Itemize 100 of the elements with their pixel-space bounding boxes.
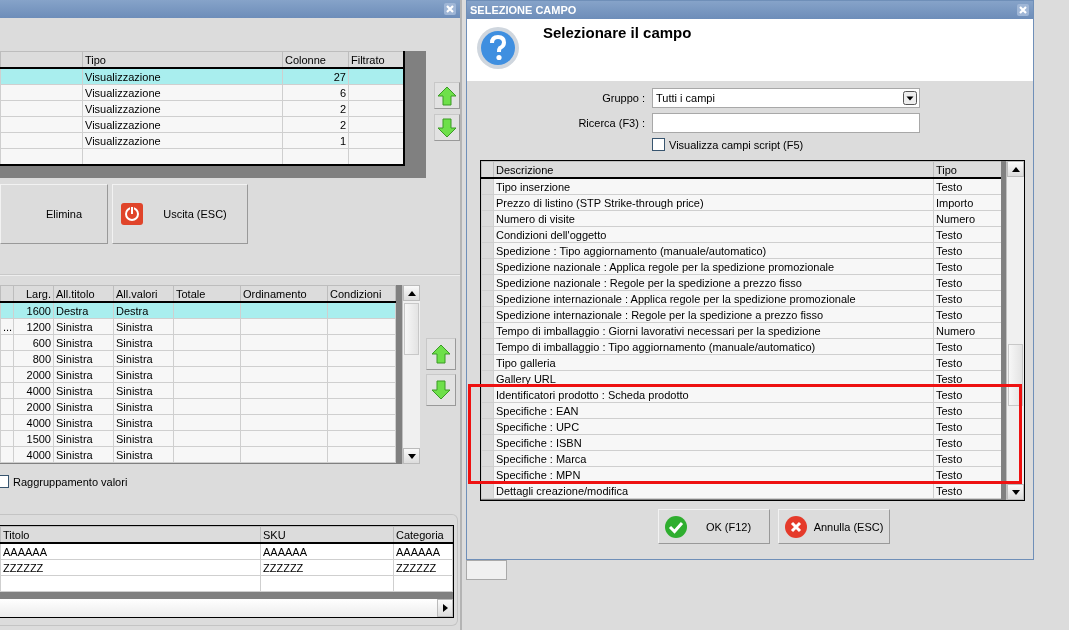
table-row[interactable]: Specifiche : MPN Testo: [481, 466, 1001, 483]
table-row[interactable]: 4000 Sinistra Sinistra: [0, 414, 396, 431]
column-header[interactable]: Ordinamento: [240, 285, 328, 302]
close-icon[interactable]: [1017, 4, 1029, 16]
table-row[interactable]: Visualizzazione 2: [0, 100, 404, 117]
table-row[interactable]: 2000 Sinistra Sinistra: [0, 398, 396, 415]
table-cell: Specifiche : EAN: [493, 402, 934, 419]
checkbox[interactable]: [652, 138, 665, 151]
column-header[interactable]: Tipo: [933, 161, 1001, 178]
move-down-button[interactable]: [426, 374, 456, 406]
move-up-button[interactable]: [434, 82, 460, 109]
window-title: SELEZIONE CAMPO: [470, 4, 577, 16]
field-label: Gruppo :: [601, 92, 645, 104]
table-row[interactable]: 4000 Sinistra Sinistra: [0, 446, 396, 463]
table-row[interactable]: Spedizione nazionale : Regole per la spedizione a prezzo fisso Testo: [481, 274, 1001, 291]
scrollbar[interactable]: [402, 285, 420, 464]
table-row[interactable]: Tipo inserzione Testo: [481, 178, 1001, 195]
column-header[interactable]: Descrizione: [493, 161, 934, 178]
column-header[interactable]: All.valori: [113, 285, 174, 302]
table-row[interactable]: Visualizzazione 27: [0, 68, 404, 85]
column-header[interactable]: SKU: [260, 526, 394, 543]
table-cell: Sinistra: [113, 414, 174, 431]
table-row[interactable]: Gallery URL Testo: [481, 370, 1001, 387]
search-field[interactable]: [652, 113, 920, 133]
dialog-heading: Selezionare il campo: [543, 24, 692, 41]
column-header[interactable]: Titolo: [0, 526, 261, 543]
table-row[interactable]: Dettagli creazione/modifica Testo: [481, 482, 1001, 499]
arrow-up-icon: [431, 344, 451, 364]
table-row[interactable]: Tipo galleria Testo: [481, 354, 1001, 371]
table-row[interactable]: ... 1200 Sinistra Sinistra: [0, 318, 396, 335]
table-row[interactable]: Spedizione nazionale : Applica regole per la spedizione promozionale Testo: [481, 258, 1001, 275]
table-row[interactable]: Tempo di imballaggio : Giorni lavorativi necessari per la spedizione Numero: [481, 322, 1001, 339]
column-header[interactable]: Filtrato: [348, 51, 404, 68]
table-row[interactable]: Visualizzazione 6: [0, 84, 404, 101]
table-row[interactable]: Visualizzazione 2: [0, 116, 404, 133]
table-row[interactable]: 1500 Sinistra Sinistra: [0, 430, 396, 447]
column-header[interactable]: All.titolo: [53, 285, 114, 302]
column-header[interactable]: Tipo: [82, 51, 283, 68]
table-cell: Spedizione nazionale : Regole per la spedizione a prezzo fisso: [493, 274, 934, 291]
table-cell: Condizioni dell'oggetto: [493, 226, 934, 243]
scrollbar-thumb[interactable]: [1008, 344, 1023, 406]
table-row[interactable]: 600 Sinistra Sinistra: [0, 334, 396, 351]
table-cell: Visualizzazione: [82, 100, 283, 117]
scrollbar[interactable]: [1006, 161, 1024, 500]
table-row[interactable]: Tempo di imballaggio : Tipo aggiornamento (manuale/automatico) Testo: [481, 338, 1001, 355]
table-row[interactable]: 800 Sinistra Sinistra: [0, 350, 396, 367]
ok-button[interactable]: OK (F12): [658, 509, 770, 544]
table-row[interactable]: Condizioni dell'oggetto Testo: [481, 226, 1001, 243]
table-cell: 2000: [13, 366, 54, 383]
scroll-down-button[interactable]: [1007, 484, 1024, 500]
table-cell: Visualizzazione: [82, 84, 283, 101]
scroll-right-button[interactable]: [437, 599, 453, 617]
checkbox-label: Visualizza campi script (F5): [669, 138, 804, 151]
group-dropdown[interactable]: Tutti i campi: [652, 88, 920, 108]
table-cell: Sinistra: [53, 398, 114, 415]
table-row[interactable]: 2000 Sinistra Sinistra: [0, 366, 396, 383]
table-row[interactable]: Specifiche : UPC Testo: [481, 418, 1001, 435]
column-header[interactable]: Totale: [173, 285, 241, 302]
table-cell: Sinistra: [53, 414, 114, 431]
arrow-up-icon: [437, 85, 457, 106]
table-cell: Numero di visite: [493, 210, 934, 227]
table-row[interactable]: 4000 Sinistra Sinistra: [0, 382, 396, 399]
table-cell: 600: [13, 334, 54, 351]
table-cell: Spedizione nazionale : Applica regole per la spedizione promozionale: [493, 258, 934, 275]
table-cell: Tempo di imballaggio : Tipo aggiornamento (manuale/automatico): [493, 338, 934, 355]
table-row[interactable]: Prezzo di listino (STP Strike-through price) Importo: [481, 194, 1001, 211]
delete-button[interactable]: Elimina: [0, 184, 108, 244]
cancel-button[interactable]: Annulla (ESC): [778, 509, 890, 544]
table-row[interactable]: Spedizione internazionale : Regole per la spedizione a prezzo fisso Testo: [481, 306, 1001, 323]
scroll-up-button[interactable]: [403, 285, 420, 301]
table-cell: Tipo galleria: [493, 354, 934, 371]
scrollbar-thumb[interactable]: [404, 303, 419, 355]
table-row[interactable]: Specifiche : ISBN Testo: [481, 434, 1001, 451]
column-header[interactable]: Larg.: [13, 285, 54, 302]
scroll-down-button[interactable]: [403, 448, 420, 464]
table-cell: 2000: [13, 398, 54, 415]
scroll-up-button[interactable]: [1007, 161, 1024, 177]
table-row[interactable]: Visualizzazione 1: [0, 132, 404, 149]
table-row[interactable]: Spedizione : Tipo aggiornamento (manuale/automatico) Testo: [481, 242, 1001, 259]
table-row[interactable]: Specifiche : EAN Testo: [481, 402, 1001, 419]
arrow-down-icon: [431, 380, 451, 400]
move-down-button[interactable]: [434, 114, 460, 141]
table-row[interactable]: Specifiche : Marca Testo: [481, 450, 1001, 467]
move-up-button[interactable]: [426, 338, 456, 370]
table-cell: 4000: [13, 382, 54, 399]
table-row[interactable]: 1600 Destra Destra: [0, 302, 396, 319]
column-header[interactable]: Condizioni: [327, 285, 396, 302]
table-row[interactable]: Identificatori prodotto : Scheda prodotto Testo: [481, 386, 1001, 403]
table-row[interactable]: Numero di visite Numero: [481, 210, 1001, 227]
table-cell: 800: [13, 350, 54, 367]
table-cell: Sinistra: [113, 398, 174, 415]
horizontal-scrollbar[interactable]: [0, 599, 453, 617]
column-header[interactable]: Categoria: [393, 526, 453, 543]
exit-button[interactable]: Uscita (ESC): [112, 184, 248, 244]
table-cell: Sinistra: [53, 366, 114, 383]
close-icon[interactable]: [444, 3, 456, 15]
column-header[interactable]: Colonne: [282, 51, 349, 68]
table-cell: 4000: [13, 414, 54, 431]
table-row[interactable]: Spedizione internazionale : Applica regole per la spedizione promozionale Testo: [481, 290, 1001, 307]
table-cell: 4000: [13, 446, 54, 463]
